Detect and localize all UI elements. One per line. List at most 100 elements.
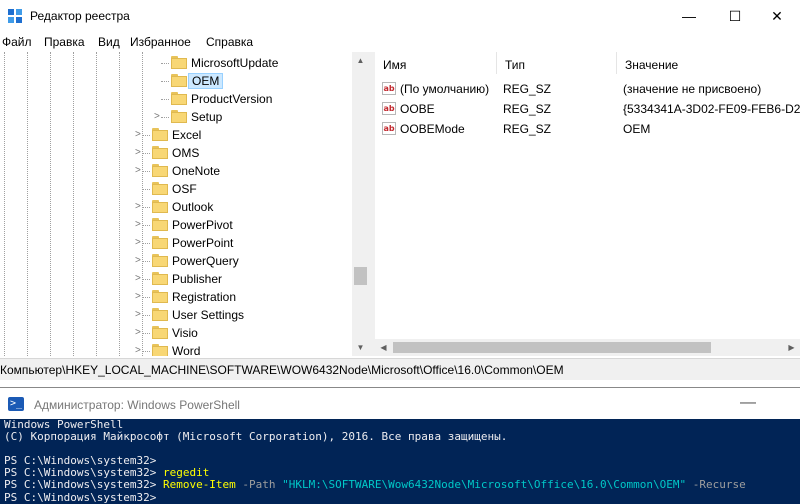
tree-item[interactable]: > Outlook: [0, 198, 352, 216]
tree-scroll-thumb[interactable]: [354, 267, 367, 285]
expand-chevron-icon[interactable]: >: [135, 237, 145, 249]
close-button[interactable]: ✕: [754, 0, 800, 32]
console-prompt: (C) Корпорация Майкрософт (Microsoft Cor…: [4, 430, 508, 444]
folder-icon: [152, 146, 168, 159]
value-data: OEM: [623, 122, 651, 136]
value-row[interactable]: ab OOBEMode REG_SZ OEM: [375, 119, 800, 139]
tree-item-label: OneNote: [172, 164, 221, 178]
console-parameter: -Recurse: [686, 478, 746, 492]
powershell-title-bar[interactable]: >_ Администратор: Windows PowerShell —: [0, 387, 800, 419]
console-parameter: -Path: [235, 478, 283, 492]
folder-icon: [152, 326, 168, 339]
tree-item-label: Visio: [172, 326, 198, 340]
expand-chevron-icon[interactable]: >: [135, 219, 145, 231]
powershell-console[interactable]: Windows PowerShell (C) Корпорация Майкрос…: [0, 419, 800, 504]
tree-item[interactable]: > OMS: [0, 144, 352, 162]
maximize-button[interactable]: ☐: [712, 0, 758, 32]
values-scroll-thumb[interactable]: [393, 342, 711, 353]
tree-item[interactable]: > Setup: [0, 108, 352, 126]
value-name: OOBEMode: [400, 122, 465, 136]
registry-tree[interactable]: MicrosoftUpdate OEM ProductVersion > Setup > E…: [0, 52, 352, 356]
folder-icon: [171, 92, 187, 105]
tree-item-label: PowerPivot: [172, 218, 233, 232]
console-command: Remove-Item: [162, 478, 236, 492]
status-bar: Компьютер\HKEY_LOCAL_MACHINE\SOFTWARE\WO…: [0, 358, 800, 380]
tree-item[interactable]: > Registration: [0, 288, 352, 306]
console-command: regedit: [162, 466, 210, 480]
folder-icon: [171, 74, 187, 87]
value-name: (По умолчанию): [400, 82, 490, 96]
column-header-value[interactable]: Значение: [617, 52, 800, 74]
scroll-left-arrow-icon[interactable]: ◀: [375, 339, 392, 356]
expand-chevron-icon[interactable]: >: [135, 273, 145, 285]
expand-chevron-icon[interactable]: >: [135, 129, 145, 141]
folder-icon: [152, 272, 168, 285]
string-value-icon: ab: [382, 122, 396, 135]
string-value-icon: ab: [382, 102, 396, 115]
tree-item-label: Excel: [172, 128, 202, 142]
tree-item[interactable]: ProductVersion: [0, 90, 352, 108]
tree-item[interactable]: OSF: [0, 180, 352, 198]
registry-values-list[interactable]: Имя Тип Значение ab (По умолчанию) REG_SZ (…: [375, 52, 800, 356]
tree-vertical-scrollbar[interactable]: ▲ ▼: [352, 52, 369, 356]
tree-item[interactable]: > Excel: [0, 126, 352, 144]
scroll-down-arrow-icon[interactable]: ▼: [352, 339, 369, 356]
column-header-name[interactable]: Имя: [375, 52, 497, 74]
tree-item[interactable]: > User Settings: [0, 306, 352, 324]
folder-icon: [152, 344, 168, 356]
folder-icon: [152, 236, 168, 249]
folder-icon: [152, 182, 168, 195]
expand-chevron-icon[interactable]: >: [135, 309, 145, 321]
console-prompt: PS C:\Windows\system32>: [4, 490, 163, 504]
tree-item-label: PowerPoint: [172, 236, 234, 250]
folder-icon: [152, 254, 168, 267]
tree-item[interactable]: > Visio: [0, 324, 352, 342]
tree-item-label: ProductVersion: [191, 92, 273, 106]
registry-path: Компьютер\HKEY_LOCAL_MACHINE\SOFTWARE\WO…: [0, 363, 564, 377]
scroll-right-arrow-icon[interactable]: ▶: [783, 339, 800, 356]
tree-item[interactable]: > PowerPivot: [0, 216, 352, 234]
folder-icon: [152, 290, 168, 303]
console-prompt: PS C:\Windows\system32>: [4, 466, 163, 480]
value-row[interactable]: ab OOBE REG_SZ {5334341A-3D02-FE09-FEB6-D24…: [375, 99, 800, 119]
tree-item-label: OEM: [188, 73, 224, 89]
menu-view[interactable]: Вид: [98, 35, 120, 49]
tree-item[interactable]: > Publisher: [0, 270, 352, 288]
menu-edit[interactable]: Правка: [44, 35, 85, 49]
folder-icon: [152, 200, 168, 213]
tree-item[interactable]: > OneNote: [0, 162, 352, 180]
console-prompt: PS C:\Windows\system32>: [4, 478, 163, 492]
console-string: "HKLM:\SOFTWARE\Wow6432Node\Microsoft\Of…: [282, 478, 687, 492]
tree-item[interactable]: > PowerQuery: [0, 252, 352, 270]
folder-icon: [171, 110, 187, 123]
menu-favorites[interactable]: Избранное: [130, 35, 191, 49]
value-row[interactable]: ab (По умолчанию) REG_SZ (значение не присв…: [375, 79, 800, 99]
expand-chevron-icon[interactable]: >: [135, 201, 145, 213]
expand-chevron-icon[interactable]: >: [135, 255, 145, 267]
tree-item[interactable]: OEM: [0, 72, 352, 90]
registry-title-bar[interactable]: Редактор реестра — ☐ ✕: [0, 0, 800, 32]
powershell-minimize-button[interactable]: —: [740, 394, 756, 412]
tree-item[interactable]: > PowerPoint: [0, 234, 352, 252]
tree-connector: [142, 189, 150, 190]
expand-chevron-icon[interactable]: >: [135, 327, 145, 339]
expand-chevron-icon[interactable]: >: [135, 345, 145, 356]
expand-chevron-icon[interactable]: >: [154, 111, 164, 123]
tree-item-label: Setup: [191, 110, 223, 124]
expand-chevron-icon[interactable]: >: [135, 165, 145, 177]
string-value-icon: ab: [382, 82, 396, 95]
tree-item[interactable]: MicrosoftUpdate: [0, 54, 352, 72]
value-name: OOBE: [400, 102, 435, 116]
minimize-button[interactable]: —: [666, 0, 712, 32]
value-type: REG_SZ: [503, 82, 552, 96]
values-horizontal-scrollbar[interactable]: ◀ ▶: [375, 339, 800, 356]
expand-chevron-icon[interactable]: >: [135, 147, 145, 159]
tree-item[interactable]: > Word: [0, 342, 352, 356]
column-header-type[interactable]: Тип: [497, 52, 617, 74]
menu-file[interactable]: Файл: [2, 35, 32, 49]
scroll-up-arrow-icon[interactable]: ▲: [352, 52, 369, 69]
tree-connector: [161, 63, 169, 64]
expand-chevron-icon[interactable]: >: [135, 291, 145, 303]
folder-icon: [171, 56, 187, 69]
menu-help[interactable]: Справка: [206, 35, 253, 49]
